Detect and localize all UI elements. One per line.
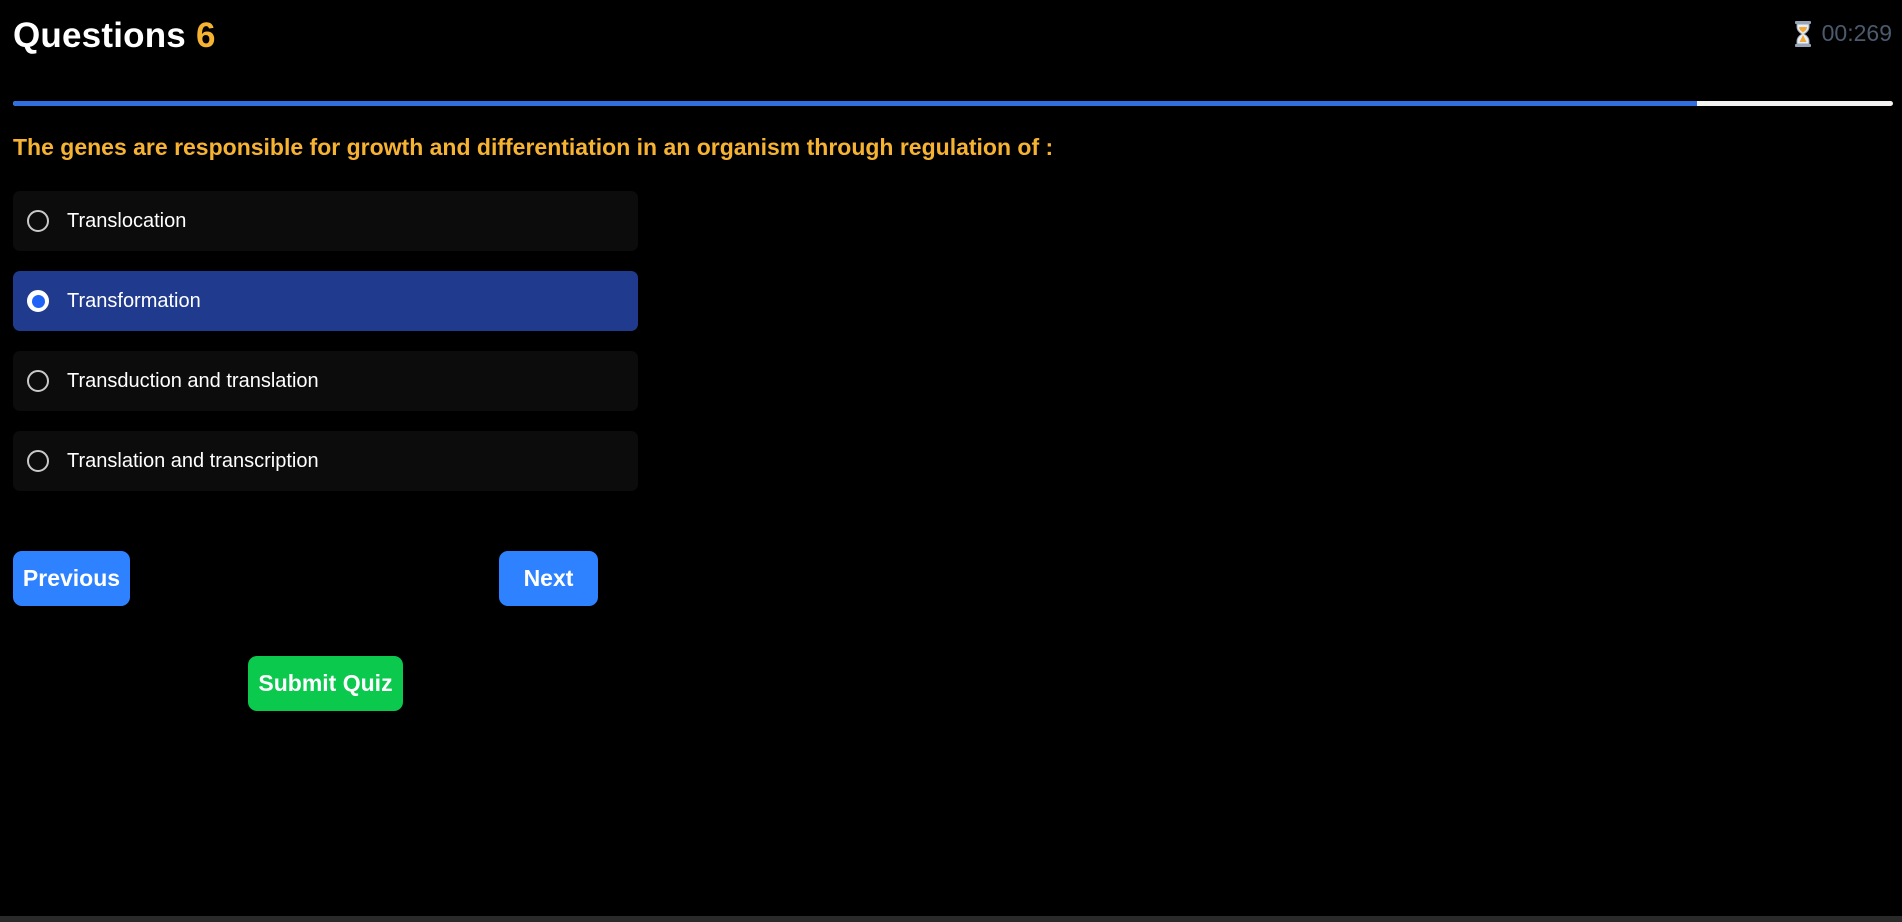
progress-bar [13,101,1893,106]
progress-bar-fill [13,101,1698,106]
options-list: Translocation Transformation Transductio… [13,191,638,511]
option-transduction-and-translation[interactable]: Transduction and translation [13,351,638,411]
option-translocation[interactable]: Translocation [13,191,638,251]
hourglass-icon [1794,20,1812,47]
page-title: Questions [13,16,186,55]
option-transformation[interactable]: Transformation [13,271,638,331]
radio-button[interactable] [27,210,49,232]
option-translation-and-transcription[interactable]: Translation and transcription [13,431,638,491]
option-label: Transduction and translation [67,369,319,392]
radio-button[interactable] [27,450,49,472]
option-label: Translocation [67,209,187,232]
previous-button[interactable]: Previous [13,551,130,606]
window-bottom-border [0,916,1902,922]
radio-button[interactable] [27,290,49,312]
option-label: Translation and transcription [67,449,319,472]
radio-dot [31,294,45,308]
submit-quiz-button[interactable]: Submit Quiz [248,656,403,711]
question-text: The genes are responsible for growth and… [13,134,1054,160]
radio-button[interactable] [27,370,49,392]
timer-value: 00:269 [1821,20,1892,46]
option-label: Transformation [67,289,201,312]
quiz-header: Questions 6 [13,14,215,58]
timer: 00:269 [1794,20,1892,47]
next-button[interactable]: Next [499,551,598,606]
question-number: 6 [195,16,216,55]
quiz-page: Questions 6 00:269 The genes are respons… [0,0,1902,922]
